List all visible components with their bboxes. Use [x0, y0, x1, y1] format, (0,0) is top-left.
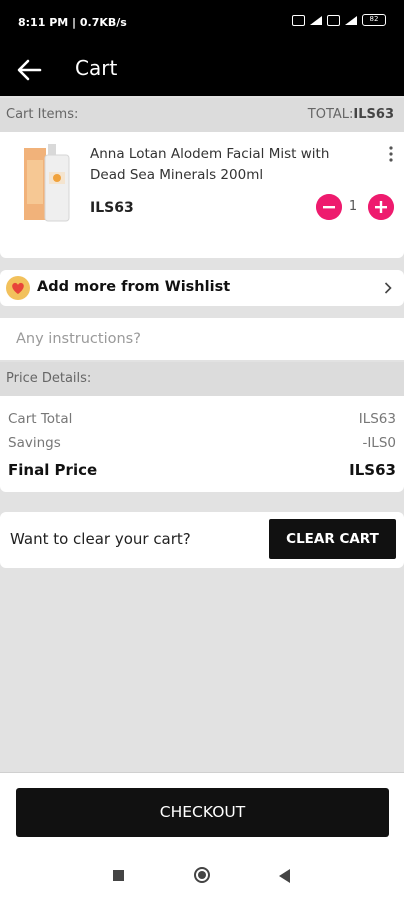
status-time: 8:11 PM | 0.7KB/s [18, 16, 127, 29]
decrease-quantity-button[interactable] [316, 194, 342, 220]
savings-row: Savings -ILS0 [8, 435, 396, 451]
heart-badge [6, 276, 30, 300]
app-bar: Cart [0, 44, 404, 96]
back-arrow-icon[interactable] [16, 58, 42, 82]
price-details-label: Price Details: [6, 371, 92, 386]
quantity-value: 1 [348, 199, 358, 214]
product-name[interactable]: Anna Lotan Alodem Facial Mist with Dead … [90, 144, 360, 186]
cart-item-card: Anna Lotan Alodem Facial Mist with Dead … [0, 132, 404, 258]
savings-label: Savings [8, 435, 61, 451]
signal-icon [310, 15, 322, 25]
clear-cart-card: Want to clear your cart? CLEAR CART [0, 512, 404, 568]
cart-total-label: Cart Total [8, 411, 73, 427]
cart-total-summary: TOTAL:ILS63 [308, 107, 394, 122]
status-bar: 8:11 PM | 0.7KB/s 82 [0, 0, 404, 44]
price-details-header: Price Details: [0, 362, 404, 396]
add-from-wishlist-row[interactable]: Add more from Wishlist [0, 270, 404, 306]
heart-icon [12, 282, 24, 294]
wishlist-label: Add more from Wishlist [37, 279, 231, 295]
total-value: ILS63 [353, 107, 394, 122]
price-details-card: Cart Total ILS63 Savings -ILS0 Final Pri… [0, 396, 404, 492]
sim-icon [292, 14, 305, 26]
checkout-button[interactable]: CHECKOUT [16, 788, 389, 837]
cart-items-header: Cart Items: TOTAL:ILS63 [0, 98, 404, 132]
home-icon[interactable] [194, 867, 210, 883]
more-options-icon[interactable] [388, 146, 394, 162]
sim2-icon [327, 14, 340, 26]
page-title: Cart [75, 56, 118, 80]
product-image[interactable] [18, 142, 76, 222]
checkout-bar: CHECKOUT [0, 772, 404, 853]
increase-quantity-button[interactable] [368, 194, 394, 220]
clear-cart-button[interactable]: CLEAR CART [269, 519, 396, 559]
total-label: TOTAL: [307, 107, 354, 122]
clear-cart-prompt: Want to clear your cart? [10, 530, 191, 548]
system-nav-bar [0, 852, 404, 900]
status-icons: 82 [292, 14, 386, 26]
instructions-input[interactable] [16, 328, 386, 350]
savings-value: -ILS0 [362, 435, 396, 451]
final-price-value: ILS63 [349, 461, 396, 479]
recent-apps-icon[interactable] [113, 870, 124, 881]
final-price-row: Final Price ILS63 [8, 461, 396, 479]
battery-icon: 82 [362, 14, 386, 26]
cart-total-row: Cart Total ILS63 [8, 411, 396, 427]
cart-items-label: Cart Items: [6, 107, 79, 122]
chevron-right-icon [384, 282, 392, 294]
final-price-label: Final Price [8, 461, 98, 479]
cart-total-value: ILS63 [358, 411, 396, 427]
instructions-field-container [0, 318, 404, 360]
nav-back-icon[interactable] [279, 869, 290, 883]
signal2-icon [345, 15, 357, 25]
product-price: ILS63 [90, 200, 134, 216]
